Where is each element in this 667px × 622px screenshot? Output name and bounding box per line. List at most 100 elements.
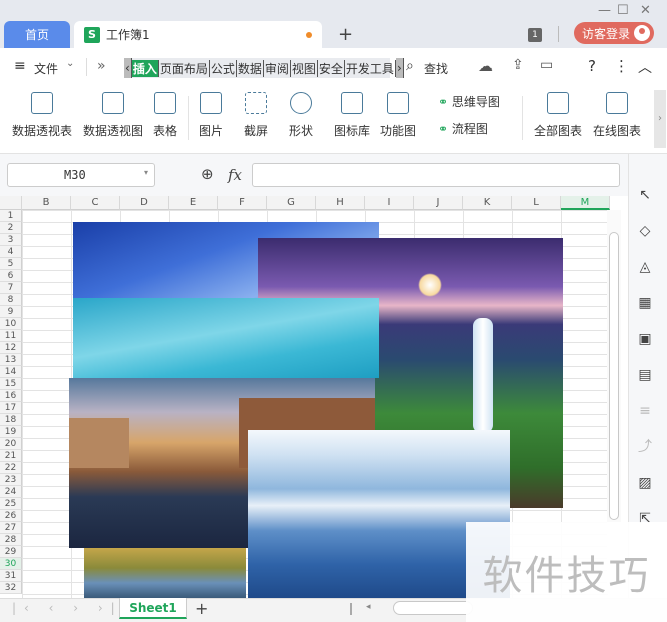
column-header[interactable]: K (463, 196, 512, 210)
row-header[interactable]: 15 (0, 378, 22, 390)
file-menu[interactable]: 文件 (34, 60, 58, 77)
fill-icon[interactable]: ◬ (636, 258, 654, 276)
column-header[interactable]: J (414, 196, 463, 210)
pivot-table-button[interactable]: 数据透视表 (12, 92, 72, 139)
row-header[interactable]: 11 (0, 330, 22, 342)
sheet-nav-arrows[interactable]: |‹ ‹ › ›| (12, 601, 123, 615)
row-header[interactable]: 26 (0, 510, 22, 522)
shapes-button[interactable]: 形状 (289, 92, 313, 139)
mindmap-button[interactable]: ⚭ 思维导图 (438, 93, 500, 110)
kebab-icon[interactable]: ⋮ (614, 57, 629, 75)
search-icon[interactable]: ⌕ (406, 58, 414, 74)
ribbon-scroll-right-icon[interactable]: › (654, 90, 666, 148)
share-icon[interactable]: ⇪ (512, 57, 524, 73)
online-charts-button[interactable]: 在线图表 (593, 92, 641, 139)
link-icon[interactable]: ⤴ (636, 438, 654, 456)
row-header[interactable]: 32 (0, 582, 22, 594)
icon-library-button[interactable]: 图标库 (334, 92, 370, 139)
tab-page-layout[interactable]: 页面布局 (159, 59, 210, 77)
formula-input[interactable] (252, 163, 620, 187)
column-header[interactable]: H (316, 196, 365, 210)
row-header[interactable]: 10 (0, 318, 22, 330)
window-count-badge[interactable]: 1 (528, 28, 542, 42)
image-icon[interactable]: ▨ (636, 474, 654, 492)
tab-data[interactable]: 数据 (237, 59, 264, 77)
function-chart-button[interactable]: 功能图 (380, 92, 416, 139)
column-header[interactable]: E (169, 196, 218, 210)
row-header[interactable]: 6 (0, 270, 22, 282)
fx-icon[interactable]: fx (228, 166, 242, 184)
row-header[interactable]: 20 (0, 438, 22, 450)
all-charts-button[interactable]: 全部图表 (534, 92, 582, 139)
column-header[interactable]: B (22, 196, 71, 210)
image-field[interactable] (84, 548, 246, 598)
close-icon[interactable]: ✕ (640, 3, 651, 18)
row-header[interactable]: 2 (0, 222, 22, 234)
column-header[interactable]: G (267, 196, 316, 210)
name-box[interactable]: M30 (7, 163, 155, 187)
column-header[interactable]: I (365, 196, 414, 210)
corner-cell[interactable] (0, 196, 22, 210)
row-header[interactable]: 14 (0, 366, 22, 378)
search-button[interactable]: 查找 (424, 60, 448, 77)
row-header[interactable]: 31 (0, 570, 22, 582)
tab-developer[interactable]: 开发工具 (345, 59, 396, 77)
clipboard-icon[interactable]: ▭ (540, 57, 553, 73)
row-header[interactable]: 25 (0, 498, 22, 510)
tab-insert[interactable]: 插入 (131, 59, 159, 77)
more-tabs-icon[interactable]: » (97, 58, 106, 74)
tab-view[interactable]: 视图 (291, 59, 318, 77)
row-header[interactable]: 30 (0, 558, 22, 570)
hamburger-icon[interactable]: ≡ (14, 58, 26, 74)
row-header[interactable]: 18 (0, 414, 22, 426)
splitter-handle[interactable] (350, 603, 352, 615)
table-button[interactable]: 表格 (153, 92, 177, 139)
grid4-icon[interactable]: ▣ (636, 330, 654, 348)
sheet-tab-sheet1[interactable]: Sheet1 (119, 598, 187, 619)
row-header[interactable]: 19 (0, 426, 22, 438)
row-header[interactable]: 24 (0, 486, 22, 498)
add-sheet-button[interactable]: + (195, 599, 208, 618)
new-tab-button[interactable]: + (338, 24, 353, 45)
pivot-chart-button[interactable]: 数据透视图 (83, 92, 143, 139)
row-header[interactable]: 3 (0, 234, 22, 246)
shapes-icon[interactable]: ◇ (636, 222, 654, 240)
row-header[interactable]: 5 (0, 258, 22, 270)
maximize-icon[interactable]: ☐ (617, 3, 629, 18)
chevron-down-icon[interactable]: ▾ (144, 168, 148, 177)
column-header[interactable]: L (512, 196, 561, 210)
scrollbar-thumb[interactable] (609, 232, 619, 520)
row-header[interactable]: 7 (0, 282, 22, 294)
image-cyan-sky[interactable] (73, 298, 379, 378)
help-icon[interactable]: ? (588, 57, 596, 75)
row-header[interactable]: 28 (0, 534, 22, 546)
row-header[interactable]: 21 (0, 450, 22, 462)
row-header[interactable]: 22 (0, 462, 22, 474)
scroll-left-icon[interactable]: ‹ (124, 58, 132, 78)
scroll-left-icon[interactable]: ◂ (366, 602, 371, 612)
cursor-icon[interactable]: ↖ (636, 186, 654, 204)
scroll-right-icon[interactable]: › (395, 58, 404, 78)
row-header[interactable]: 29 (0, 546, 22, 558)
column-header[interactable]: F (218, 196, 267, 210)
screenshot-button[interactable]: 截屏 (244, 92, 268, 139)
list-icon[interactable]: ≡ (636, 402, 654, 420)
tab-review[interactable]: 审阅 (264, 59, 291, 77)
tab-home[interactable]: 首页 (4, 21, 70, 48)
login-button[interactable]: 访客登录 (574, 22, 654, 44)
column-header[interactable]: M (561, 196, 610, 210)
horizontal-scrollbar-thumb[interactable] (393, 601, 473, 615)
zoom-icon[interactable]: ⊕ (201, 165, 214, 183)
row-header[interactable]: 1 (0, 210, 22, 222)
chevron-down-icon[interactable]: ⌄ (66, 58, 74, 69)
row-header[interactable]: 17 (0, 402, 22, 414)
chart-icon[interactable]: ▤ (636, 366, 654, 384)
column-header[interactable]: D (120, 196, 169, 210)
tab-formula[interactable]: 公式 (210, 59, 237, 77)
column-header[interactable]: C (71, 196, 120, 210)
picture-button[interactable]: 图片 (199, 92, 223, 139)
row-header[interactable]: 9 (0, 306, 22, 318)
tab-security[interactable]: 安全 (318, 59, 345, 77)
cloud-icon[interactable]: ☁ (478, 57, 493, 75)
minimize-icon[interactable]: — (598, 3, 611, 18)
